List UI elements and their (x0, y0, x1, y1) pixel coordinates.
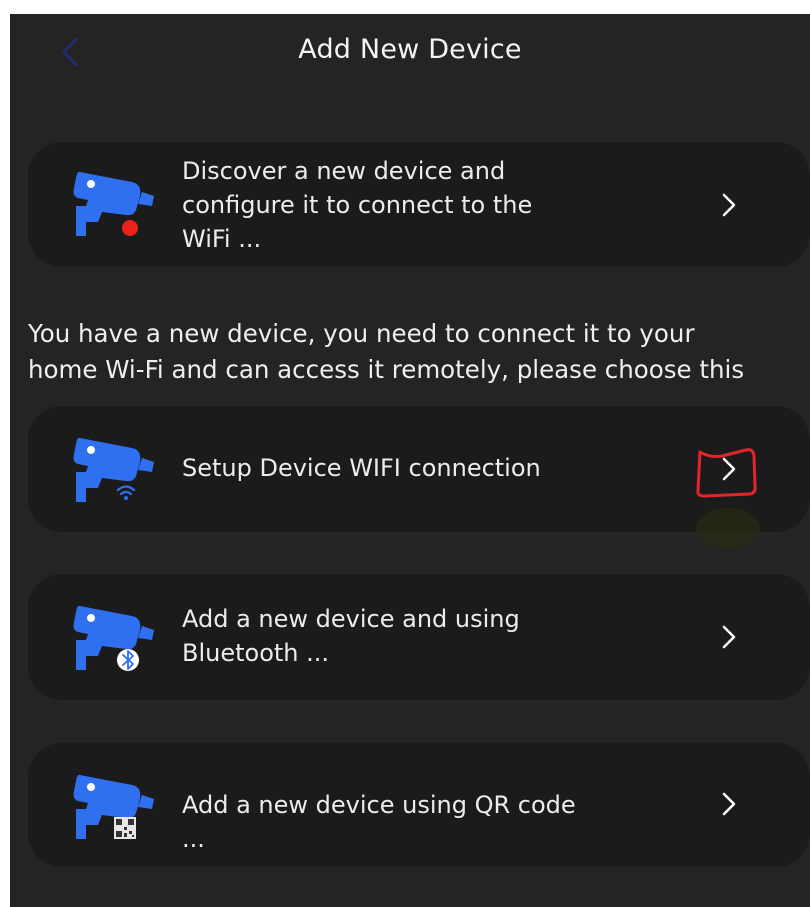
label-line: Discover a new device and (182, 157, 506, 185)
bluetooth-label: Add a new device and using Bluetooth ... (182, 602, 602, 670)
wifi-setup-description: You have a new device, you need to conne… (28, 316, 808, 388)
description-line: You have a new device, you need to conne… (28, 319, 695, 348)
chevron-right-icon (722, 193, 736, 217)
chevron-right-icon (722, 792, 736, 816)
label-line: Setup Device WIFI connection (182, 454, 541, 482)
bluetooth-option[interactable]: Add a new device and using Bluetooth ... (28, 574, 810, 700)
camera-qr-icon (73, 774, 154, 839)
chevron-right-icon (722, 625, 736, 649)
qr-code-label: Add a new device using QR code ... (182, 788, 602, 856)
page-title: Add New Device (298, 34, 522, 65)
discover-device-option[interactable]: Discover a new device and configure it t… (28, 142, 810, 267)
setup-wifi-label: Setup Device WIFI connection (182, 451, 602, 485)
camera-wifi-icon (73, 437, 154, 502)
label-line: configure it to connect to the (182, 191, 533, 219)
chevron-right-icon[interactable] (718, 454, 740, 484)
header: Add New Device (10, 14, 810, 94)
label-line: Add a new device using QR code ... (182, 791, 576, 853)
discover-device-label: Discover a new device and configure it t… (182, 154, 602, 256)
camera-discover-icon (73, 171, 154, 236)
label-line: WiFi ... (182, 225, 262, 253)
add-device-screen: Add New Device Discover a new device and… (10, 14, 810, 907)
qr-code-option[interactable]: Add a new device using QR code ... (28, 743, 810, 867)
description-line: home Wi-Fi and can access it remotely, p… (28, 355, 745, 384)
label-line: Add a new device and using (182, 605, 520, 633)
setup-wifi-option[interactable]: Setup Device WIFI connection (28, 406, 810, 532)
label-line: Bluetooth ... (182, 639, 330, 667)
camera-bluetooth-icon (73, 605, 154, 671)
